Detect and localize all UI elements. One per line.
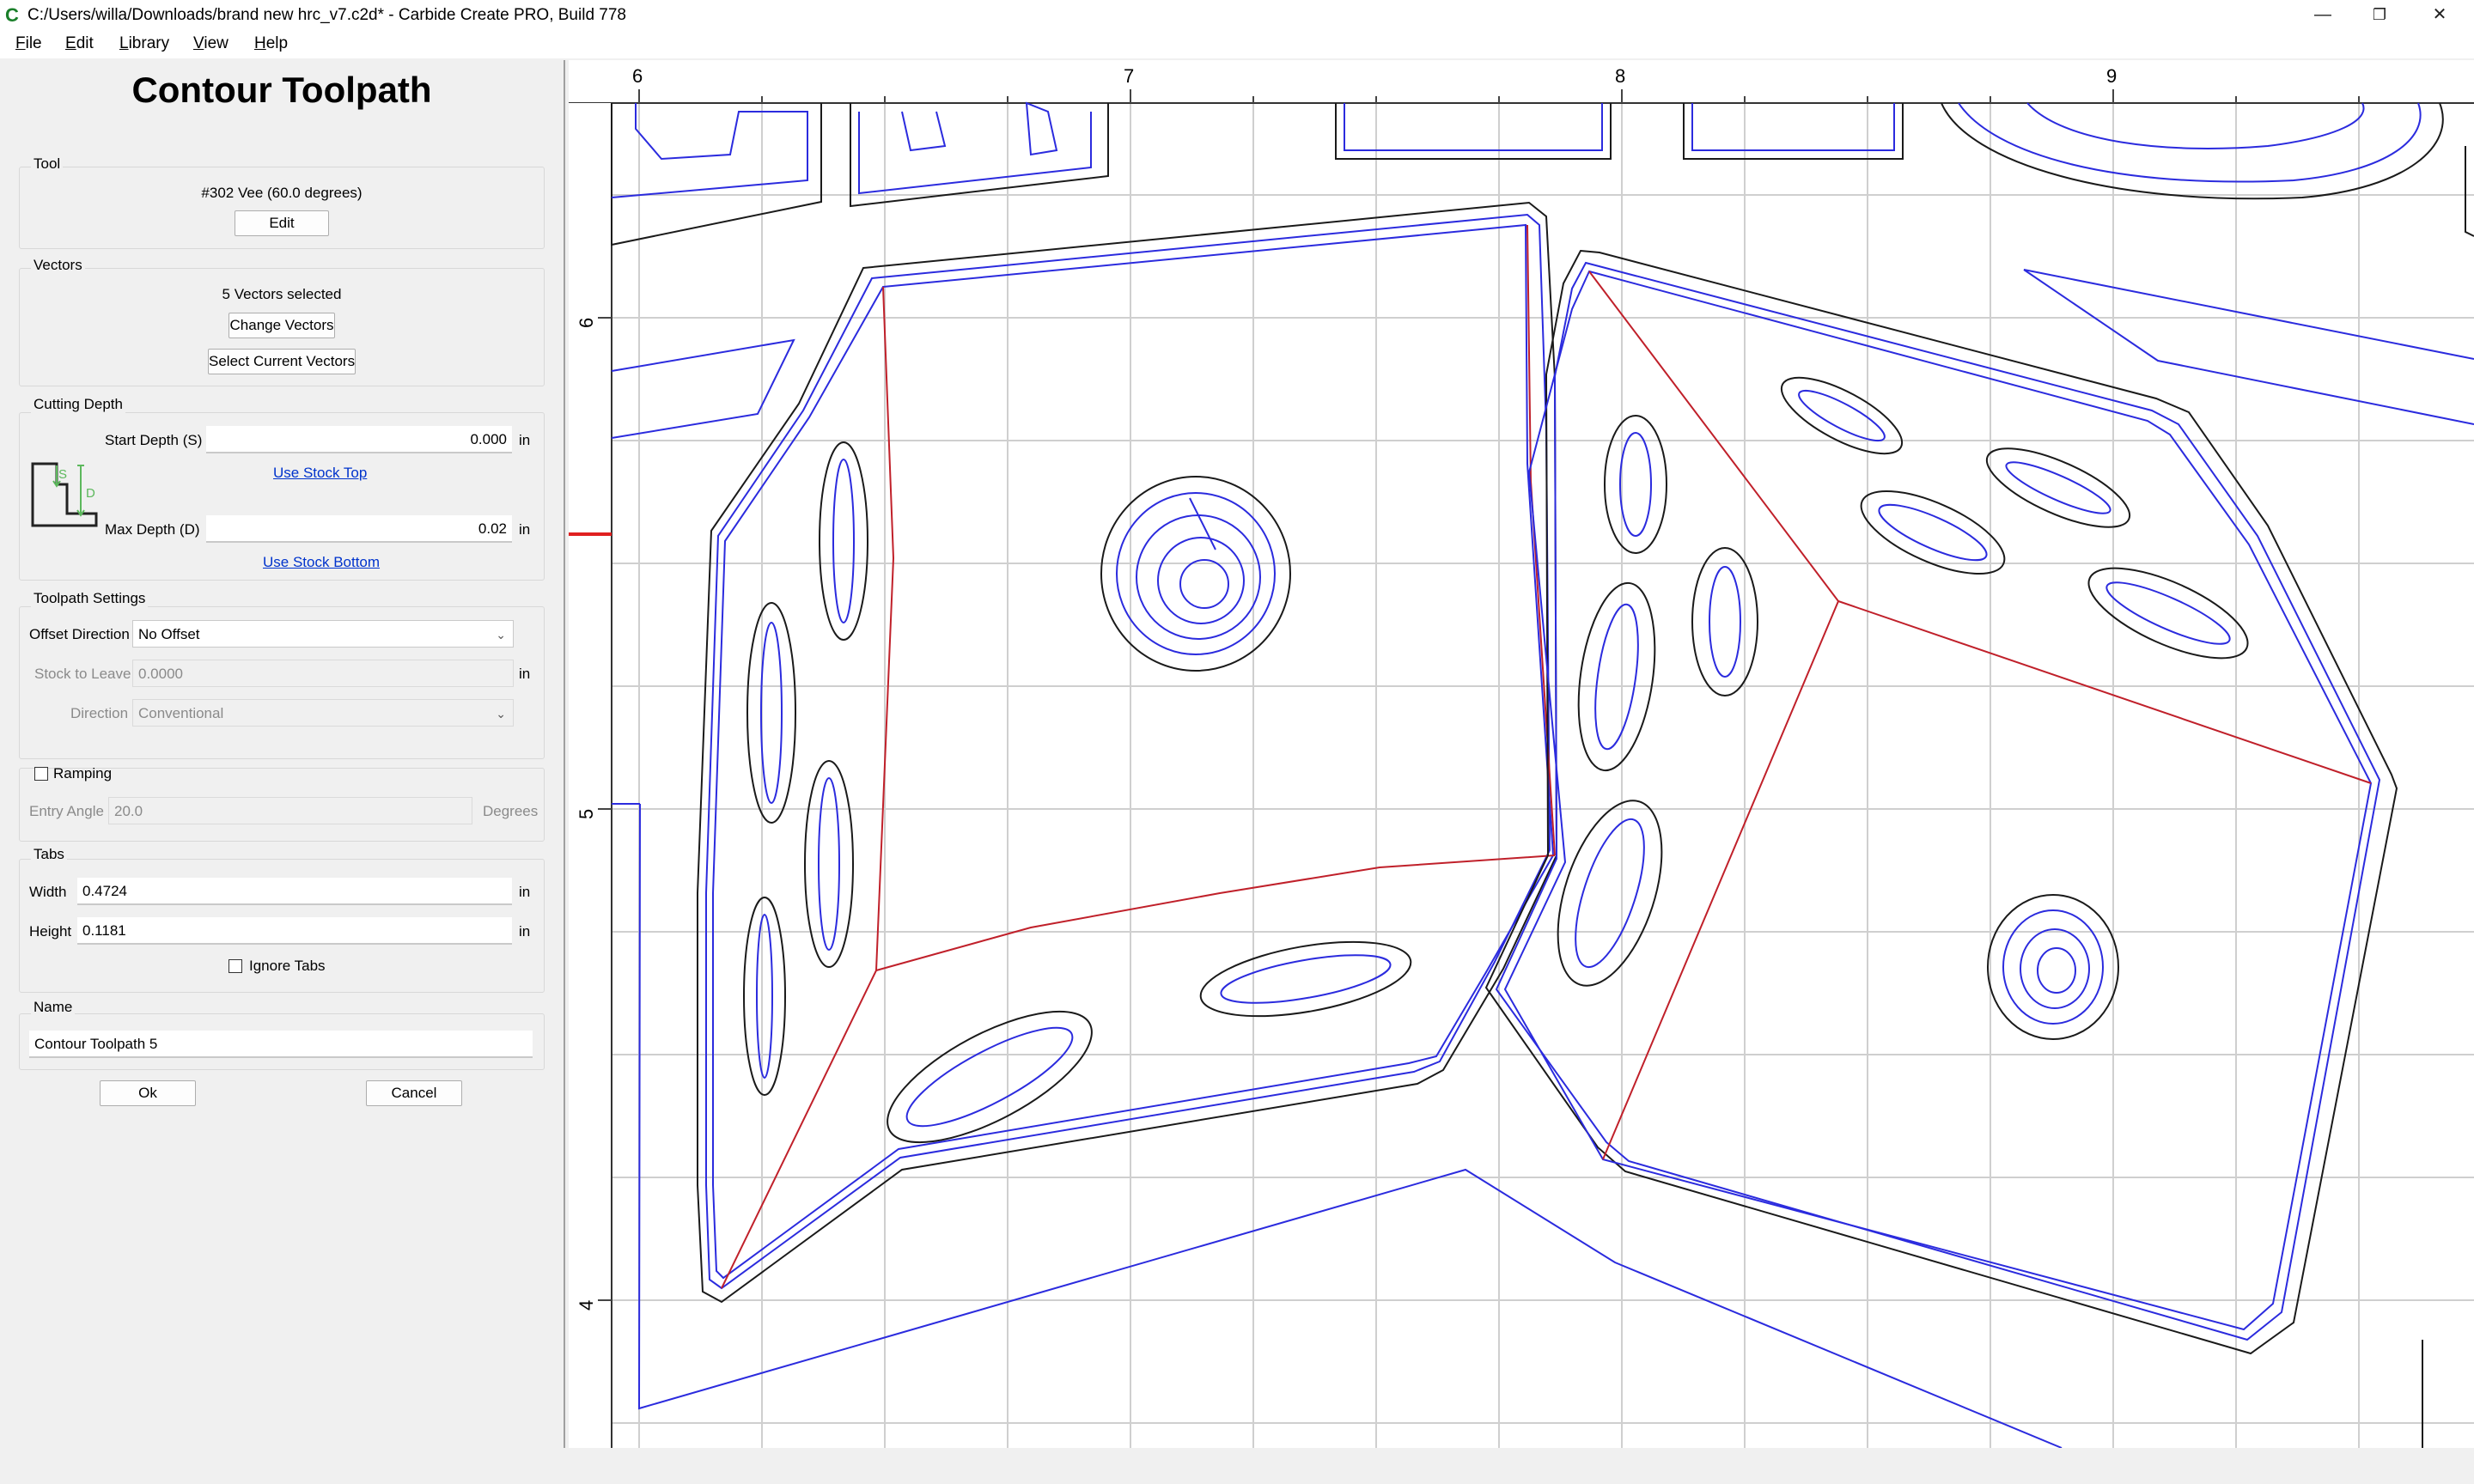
status-bar <box>0 1448 2474 1484</box>
ruler-y-label: 6 <box>576 318 597 328</box>
use-stock-top-link[interactable]: Use Stock Top <box>273 464 367 483</box>
canvas-drawing[interactable]: 6 7 8 9 6 5 4 <box>569 60 2474 1449</box>
select-current-vectors-button[interactable]: Select Current Vectors <box>208 349 356 374</box>
chevron-down-icon: ⌄ <box>496 707 506 721</box>
entry-angle-input[interactable]: 20.0 <box>108 797 472 824</box>
app-logo-icon: C <box>5 4 19 26</box>
ruler-y-label: 4 <box>576 1300 597 1311</box>
cancel-button[interactable]: Cancel <box>366 1080 462 1106</box>
diagram-s-label: S <box>58 467 68 482</box>
restore-button[interactable]: ❐ <box>2352 0 2407 31</box>
menu-bar <box>0 31 2474 58</box>
ignore-tabs-label: Ignore Tabs <box>249 958 326 974</box>
ruler-y-label: 5 <box>576 809 597 819</box>
start-depth-unit: in <box>519 432 531 448</box>
ignore-tabs-checkbox[interactable] <box>229 959 242 973</box>
menu-library[interactable]: Library <box>119 33 169 55</box>
stock-to-leave-label: Stock to Leave <box>34 666 131 682</box>
start-depth-label: Start Depth (S) <box>105 432 203 448</box>
ruler-x-label: 9 <box>2106 65 2117 87</box>
horizontal-ruler <box>569 60 2474 103</box>
tab-width-label: Width <box>29 884 67 900</box>
ruler-x-label: 7 <box>1124 65 1134 87</box>
left-die <box>697 201 1558 1304</box>
chevron-down-icon: ⌄ <box>496 628 506 642</box>
stock-to-leave-unit: in <box>519 666 531 682</box>
max-depth-unit: in <box>519 521 531 538</box>
use-stock-bottom-link[interactable]: Use Stock Bottom <box>263 553 380 572</box>
ruler-x-label: 6 <box>632 65 643 87</box>
menu-help[interactable]: Help <box>254 33 288 55</box>
toolpath-settings-group-label: Toolpath Settings <box>31 589 149 608</box>
offset-direction-label: Offset Direction <box>29 626 130 642</box>
vectors-selected-text: 5 Vectors selected <box>222 286 342 302</box>
edit-tool-button[interactable]: Edit <box>235 210 329 236</box>
tab-width-input[interactable]: 0.4724 <box>77 878 512 905</box>
name-group-label: Name <box>31 998 76 1017</box>
top-shapes <box>611 101 2474 246</box>
tab-height-unit: in <box>519 923 531 940</box>
menu-view[interactable]: View <box>193 33 229 55</box>
tab-height-label: Height <box>29 923 72 940</box>
toolpath-name-input[interactable]: Contour Toolpath 5 <box>29 1031 533 1058</box>
tool-name: #302 Vee (60.0 degrees) <box>201 185 363 201</box>
vectors-group-label: Vectors <box>31 256 85 275</box>
ok-button[interactable]: Ok <box>100 1080 196 1106</box>
tab-height-input[interactable]: 0.1181 <box>77 917 512 945</box>
ramping-label: Ramping <box>53 765 113 782</box>
tabs-group-label: Tabs <box>31 845 67 864</box>
menu-file[interactable]: File <box>15 33 42 55</box>
panel-title: Contour Toolpath <box>131 70 432 110</box>
vertical-ruler <box>569 103 612 1448</box>
close-button[interactable]: ✕ <box>2412 0 2467 31</box>
minimize-button[interactable]: — <box>2295 0 2350 31</box>
stock-to-leave-input[interactable]: 0.0000 <box>132 660 514 687</box>
tool-group <box>19 167 545 249</box>
design-canvas[interactable]: 6 7 8 9 6 5 4 <box>569 60 2474 1449</box>
offset-direction-select[interactable]: No Offset ⌄ <box>132 620 514 648</box>
ramping-checkbox[interactable] <box>34 767 48 781</box>
direction-label: Direction <box>70 705 129 721</box>
ruler-x-label: 8 <box>1615 65 1625 87</box>
diagram-d-label: D <box>86 486 95 501</box>
entry-angle-unit: Degrees <box>483 803 539 819</box>
start-depth-input[interactable]: 0.000 <box>206 426 512 453</box>
cutting-depth-group-label: Cutting Depth <box>31 395 125 414</box>
max-depth-input[interactable]: 0.02 <box>206 515 512 543</box>
max-depth-label: Max Depth (D) <box>105 521 200 538</box>
menu-edit[interactable]: Edit <box>65 33 94 55</box>
window-title: C:/Users/willa/Downloads/brand new hrc_v… <box>27 6 626 24</box>
entry-angle-label: Entry Angle <box>29 803 104 819</box>
change-vectors-button[interactable]: Change Vectors <box>229 313 335 338</box>
tab-width-unit: in <box>519 884 531 900</box>
direction-select[interactable]: Conventional ⌄ <box>132 699 514 727</box>
tool-group-label: Tool <box>31 155 64 173</box>
